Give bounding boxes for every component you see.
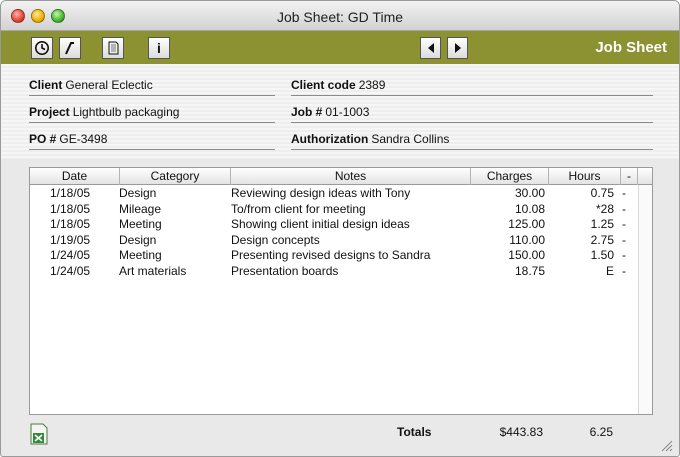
cell-charges: 110.00 (509, 232, 545, 247)
cell-notes: To/from client for meeting (231, 201, 366, 216)
cell-hours: 1.25 (590, 217, 614, 232)
authorization-label: Authorization (291, 132, 369, 146)
cell-flag: - (622, 248, 626, 263)
section-label: Job Sheet (595, 39, 667, 56)
cell-date: 1/24/05 (50, 264, 91, 278)
cell-hours: 1.50 (590, 248, 614, 263)
totals-label: Totals (397, 425, 432, 439)
arrow-left-icon (427, 43, 434, 53)
column-header-category[interactable]: Category (120, 168, 231, 185)
column-header-flag[interactable]: - (621, 168, 638, 185)
po-field[interactable]: PO # GE-3498 (29, 132, 275, 150)
cell-category: Meeting (119, 217, 162, 232)
project-value: Lightbulb packaging (72, 105, 180, 119)
client-label: Client (29, 78, 63, 92)
cell-charges: 30.00 (514, 186, 545, 200)
title-bar: Job Sheet: GD Time (1, 1, 679, 31)
job-details-form: Client General Eclectic Client code 2389 P… (1, 64, 679, 159)
totals-charges: $443.83 (499, 425, 543, 439)
client-code-value: 2389 (358, 78, 386, 92)
column-header-hours[interactable]: Hours (549, 168, 621, 185)
edit-button[interactable] (59, 37, 81, 59)
cell-flag: - (622, 186, 626, 200)
cell-category: Design (119, 232, 157, 247)
cell-category: Meeting (119, 248, 162, 263)
cell-charges: 125.00 (508, 217, 545, 232)
cell-date: 1/18/05 (50, 186, 91, 200)
column-header-charges[interactable]: Charges (471, 168, 549, 185)
info-button[interactable]: i (148, 37, 170, 59)
cell-category: Design (119, 186, 157, 200)
footer: Totals $443.83 6.25 (1, 415, 679, 456)
client-field[interactable]: Client General Eclectic (29, 78, 275, 96)
table-row[interactable]: 1/18/05 Meeting Showing client initial d… (30, 217, 652, 233)
cell-notes: Reviewing design ideas with Tony (231, 186, 411, 200)
authorization-field[interactable]: Authorization Sandra Collins (291, 132, 653, 150)
table-row[interactable]: 1/24/05 Art materials Presentation board… (30, 264, 652, 280)
authorization-value: Sandra Collins (371, 132, 450, 146)
timer-button[interactable] (31, 37, 53, 59)
job-number-value: 01-1003 (325, 105, 370, 119)
excel-icon (30, 423, 48, 445)
arrow-right-icon (454, 43, 461, 53)
cell-flag: - (622, 201, 626, 216)
column-header-date[interactable]: Date (30, 168, 120, 185)
table-header: Date Category Notes Charges Hours - (30, 168, 652, 185)
cell-flag: - (622, 217, 626, 232)
table-row[interactable]: 1/24/05 Meeting Presenting revised desig… (30, 248, 652, 264)
cell-date: 1/18/05 (50, 217, 91, 232)
pen-icon (65, 42, 74, 55)
project-field[interactable]: Project Lightbulb packaging (29, 105, 275, 123)
job-sheet-window: Job Sheet: GD Time i Job Sheet Client Ge… (0, 0, 680, 457)
cell-hours: *28 (595, 201, 614, 216)
cell-date: 1/24/05 (50, 248, 91, 263)
job-number-label: Job # (291, 105, 323, 119)
po-value: GE-3498 (59, 132, 108, 146)
table-row[interactable]: 1/18/05 Mileage To/from client for meeti… (30, 202, 652, 218)
toolbar: i Job Sheet (1, 31, 679, 64)
previous-record-button[interactable] (420, 37, 441, 59)
time-entries-table: Date Category Notes Charges Hours - 1/18… (29, 167, 653, 415)
cell-notes: Presentation boards (231, 264, 339, 278)
cell-charges: 10.08 (514, 201, 545, 216)
cell-hours: 0.75 (590, 186, 614, 200)
clock-icon (35, 41, 49, 55)
cell-date: 1/19/05 (50, 232, 91, 247)
client-value: General Eclectic (65, 78, 153, 92)
cell-category: Mileage (119, 201, 162, 216)
export-excel-button[interactable] (29, 423, 49, 445)
table-row[interactable]: 1/19/05 Design Design concepts 110.00 2.… (30, 233, 652, 249)
info-icon: i (157, 40, 161, 56)
document-button[interactable] (102, 37, 124, 59)
cell-category: Art materials (119, 264, 187, 278)
client-code-label: Client code (291, 78, 356, 92)
cell-notes: Design concepts (231, 232, 320, 247)
totals-hours: 6.25 (589, 425, 613, 439)
cell-notes: Presenting revised designs to Sandra (231, 248, 431, 263)
cell-date: 1/18/05 (50, 201, 91, 216)
window-title: Job Sheet: GD Time (276, 9, 404, 25)
project-label: Project (29, 105, 70, 119)
cell-charges: 18.75 (514, 264, 545, 278)
cell-flag: - (622, 264, 626, 278)
cell-flag: - (622, 232, 626, 247)
resize-grip-icon[interactable] (661, 440, 673, 452)
client-code-field[interactable]: Client code 2389 (291, 78, 653, 96)
table-row[interactable]: 1/18/05 Design Reviewing design ideas wi… (30, 186, 652, 202)
column-header-notes[interactable]: Notes (231, 168, 471, 185)
cell-notes: Showing client initial design ideas (231, 217, 410, 232)
document-icon (108, 41, 119, 55)
po-label: PO # (29, 132, 57, 146)
cell-charges: 150.00 (508, 248, 545, 263)
job-number-field[interactable]: Job #01-1003 (291, 105, 653, 123)
table-scrollbar[interactable] (638, 185, 652, 414)
next-record-button[interactable] (447, 37, 468, 59)
cell-hours: E (605, 264, 614, 278)
cell-hours: 2.75 (590, 232, 614, 247)
